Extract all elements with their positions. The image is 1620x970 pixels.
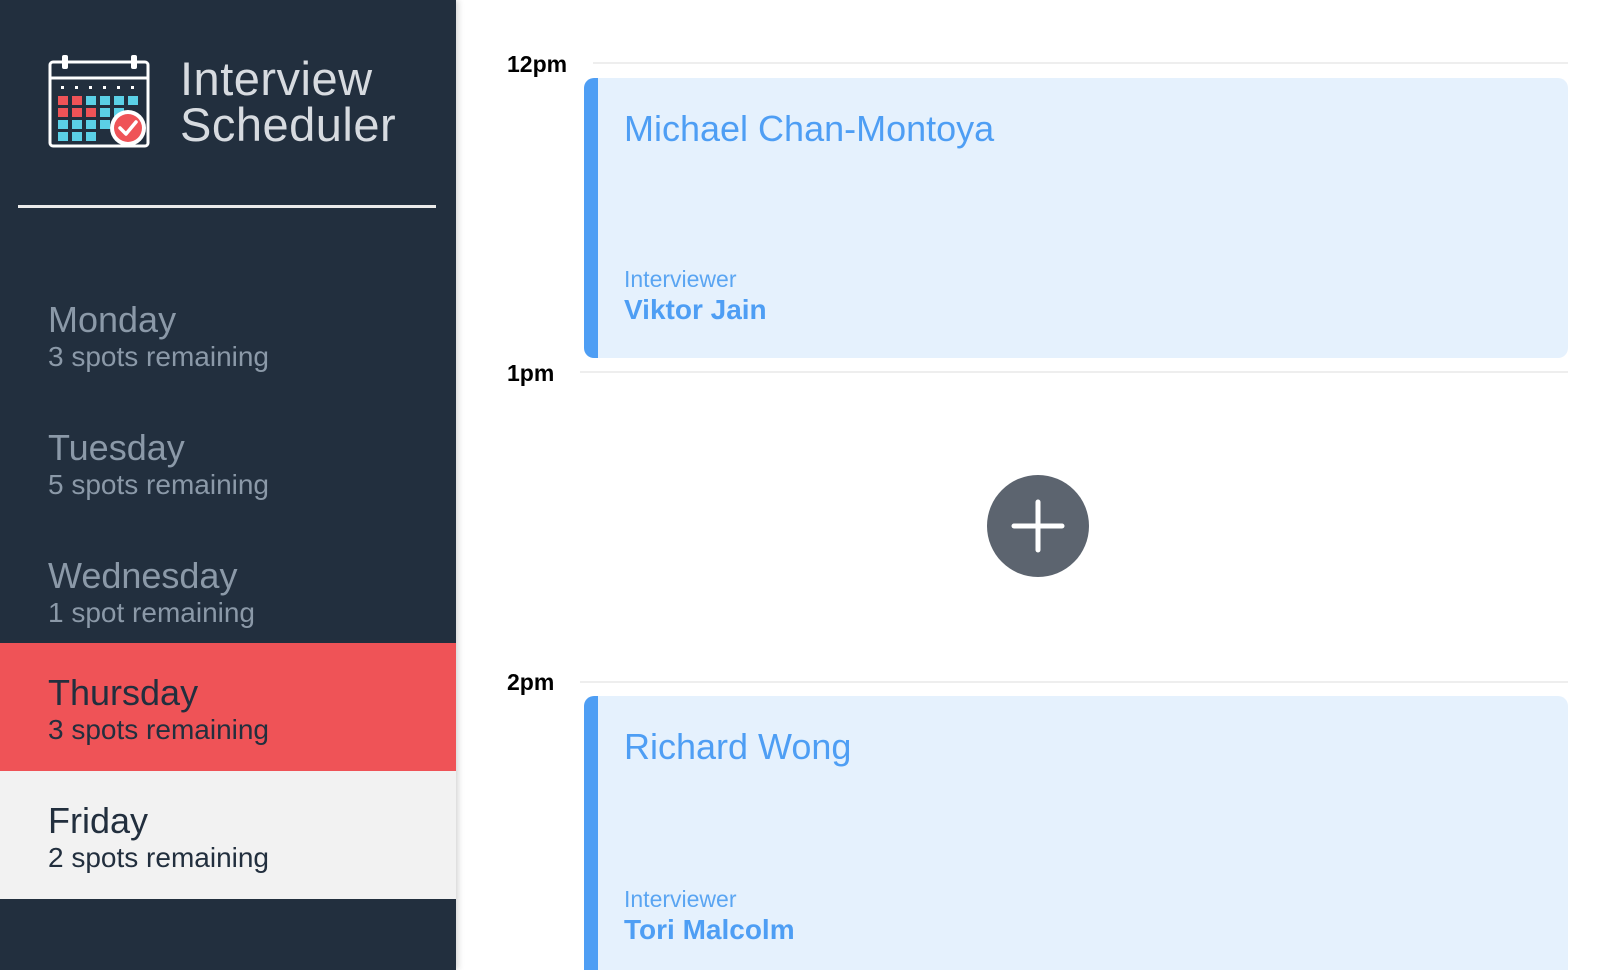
day-item-friday[interactable]: Friday 2 spots remaining	[0, 771, 456, 899]
time-label-2pm: 2pm	[507, 669, 555, 695]
student-name: Michael Chan-Montoya	[624, 108, 995, 149]
day-item-monday[interactable]: Monday 3 spots remaining	[0, 270, 456, 398]
day-item-wednesday[interactable]: Wednesday 1 spot remaining	[0, 526, 456, 654]
app-title-line2: Scheduler	[180, 98, 397, 151]
sidebar-separator	[18, 205, 436, 208]
interviewer-label: Interviewer	[624, 886, 737, 912]
sidebar: Interview Scheduler Monday 3 spots remai…	[0, 0, 456, 970]
app-title: Interview Scheduler	[180, 52, 397, 151]
time-label-1pm: 1pm	[507, 360, 555, 386]
day-spots: 5 spots remaining	[48, 469, 270, 500]
schedule: 12pm Michael Chan-Montoya Interviewer Vi…	[456, 0, 1620, 970]
plus-icon	[1011, 499, 1065, 553]
day-item-thursday[interactable]: Thursday 3 spots remaining	[0, 643, 456, 771]
time-divider	[580, 371, 1568, 373]
time-label-12pm: 12pm	[507, 51, 568, 77]
day-spots: 3 spots remaining	[48, 714, 270, 745]
day-name: Friday	[48, 800, 149, 841]
time-divider	[593, 62, 1568, 64]
day-spots: 2 spots remaining	[48, 842, 270, 873]
day-name: Wednesday	[48, 555, 238, 596]
student-name: Richard Wong	[624, 726, 852, 767]
day-item-tuesday[interactable]: Tuesday 5 spots remaining	[0, 398, 456, 526]
day-spots: 1 spot remaining	[48, 597, 256, 628]
app-title-line1: Interview	[180, 52, 373, 105]
time-divider	[580, 681, 1568, 683]
day-name: Thursday	[48, 672, 199, 713]
interviewer-name: Tori Malcolm	[624, 914, 795, 945]
add-appointment-button[interactable]	[987, 475, 1089, 577]
appointment-card[interactable]: Richard Wong Interviewer Tori Malcolm	[584, 696, 1568, 970]
appointment-card[interactable]: Michael Chan-Montoya Interviewer Viktor …	[584, 78, 1568, 358]
interviewer-label: Interviewer	[624, 266, 737, 292]
interviewer-name: Viktor Jain	[624, 294, 767, 325]
day-name: Tuesday	[48, 427, 185, 468]
day-spots: 3 spots remaining	[48, 341, 270, 372]
calendar-check-icon	[48, 54, 152, 150]
day-name: Monday	[48, 299, 177, 340]
